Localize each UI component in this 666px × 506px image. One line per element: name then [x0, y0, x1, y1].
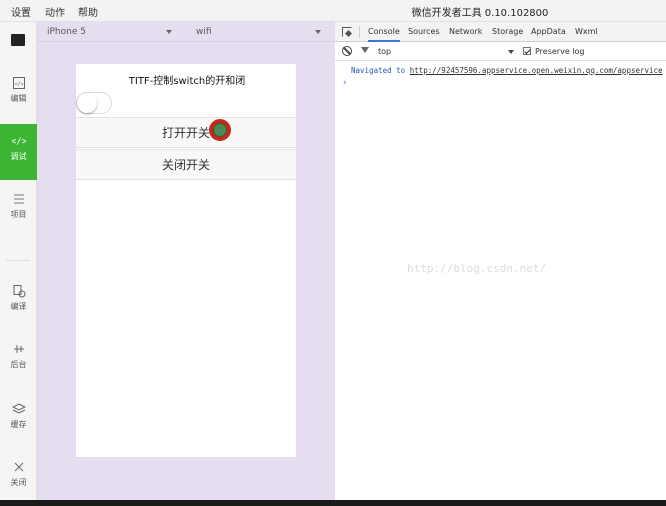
- sidebar-item-debug[interactable]: </> 调试: [0, 124, 37, 180]
- sidebar-item-label: 缓存: [10, 420, 27, 429]
- open-switch-button[interactable]: 打开开关: [76, 117, 296, 148]
- device-select[interactable]: iPhone 5: [47, 27, 86, 37]
- switch-knob: [77, 93, 97, 113]
- tab-network[interactable]: Network: [449, 22, 482, 42]
- console-output: Navigated to http://92457596.appservice.…: [335, 62, 666, 500]
- list-icon: [12, 192, 26, 206]
- clear-console-icon[interactable]: [342, 46, 352, 56]
- simulator-panel: iPhone 5 wifi TITF-控制switch的开和闭 打开开关 关闭开…: [37, 22, 335, 500]
- sidebar-item-cache[interactable]: 缓存: [0, 392, 37, 448]
- sidebar-item-label: 调试: [10, 152, 27, 161]
- window-title: 微信开发者工具 0.10.102800: [411, 8, 549, 19]
- sidebar-divider: [6, 260, 30, 261]
- context-select[interactable]: top: [378, 47, 391, 56]
- menu-actions[interactable]: 动作: [45, 4, 65, 19]
- chevron-down-icon[interactable]: [508, 50, 514, 54]
- sidebar-item-label: 关闭: [10, 478, 27, 487]
- chevron-down-icon[interactable]: [315, 30, 321, 34]
- simulator-toolbar: iPhone 5 wifi: [37, 22, 335, 42]
- menu-help[interactable]: 帮助: [78, 4, 98, 19]
- sidebar-item-close[interactable]: 关闭: [0, 450, 37, 506]
- layers-icon: [11, 402, 26, 416]
- code-brackets-icon: </>: [10, 134, 27, 148]
- tab-wxml[interactable]: Wxml: [575, 22, 598, 42]
- bottom-bar: [0, 500, 666, 506]
- inspect-element-icon[interactable]: [342, 27, 352, 37]
- preserve-log-checkbox[interactable]: [523, 47, 531, 55]
- switch-toggle[interactable]: [76, 92, 112, 114]
- console-toolbar: top Preserve log: [335, 42, 666, 61]
- phone-screen: TITF-控制switch的开和闭 打开开关 关闭开关: [75, 63, 297, 458]
- tab-console[interactable]: Console: [368, 22, 400, 42]
- log-prefix: Navigated to: [351, 66, 410, 75]
- chevron-down-icon[interactable]: [166, 30, 172, 34]
- tab-appdata[interactable]: AppData: [531, 22, 566, 42]
- menu-bar: 设置 动作 帮助 微信开发者工具 0.10.102800: [0, 0, 666, 22]
- svg-text:</>: </>: [12, 137, 26, 147]
- menu-settings[interactable]: 设置: [11, 4, 31, 19]
- devtools-tabs: Console Sources Network Storage AppData …: [335, 22, 666, 42]
- close-icon: [12, 460, 26, 474]
- sidebar-item-edit[interactable]: </> 编辑: [0, 66, 37, 122]
- sidebar-item-label: 编译: [10, 302, 27, 311]
- sidebar-item-label: 后台: [10, 360, 27, 369]
- network-select[interactable]: wifi: [196, 27, 212, 37]
- sidebar-item-background[interactable]: 后台: [0, 332, 37, 388]
- compile-icon: [12, 284, 26, 298]
- background-icon: [12, 342, 26, 356]
- toolbar-divider: [359, 26, 360, 38]
- preserve-log-label: Preserve log: [535, 47, 585, 56]
- sidebar-item-compile[interactable]: 编译: [0, 274, 37, 330]
- tab-storage[interactable]: Storage: [492, 22, 523, 42]
- sidebar-item-label: 编辑: [10, 94, 27, 103]
- console-prompt[interactable]: ›: [342, 78, 347, 88]
- log-url-link[interactable]: http://92457596.appservice.open.weixin.q…: [410, 66, 663, 75]
- cursor-indicator-icon: [209, 119, 231, 141]
- code-file-icon: </>: [12, 76, 26, 90]
- app-window: 设置 动作 帮助 微信开发者工具 0.10.102800 </> 编辑 </> …: [0, 0, 666, 506]
- sidebar-item-project[interactable]: 项目: [0, 182, 37, 238]
- svg-text:</>: </>: [14, 82, 23, 88]
- tab-sources[interactable]: Sources: [408, 22, 440, 42]
- sidebar: </> 编辑 </> 调试 项目 编译 后台 缓存 关闭: [0, 22, 37, 500]
- close-switch-button[interactable]: 关闭开关: [76, 149, 296, 180]
- devtools-panel: Console Sources Network Storage AppData …: [335, 22, 666, 500]
- filter-icon[interactable]: [361, 47, 369, 53]
- app-logo-icon: [11, 34, 25, 46]
- console-log-line: Navigated to http://92457596.appservice.…: [351, 66, 663, 75]
- sidebar-item-label: 项目: [10, 210, 27, 219]
- watermark: http://blog.csdn.net/: [407, 262, 547, 275]
- page-title: TITF-控制switch的开和闭: [128, 76, 246, 87]
